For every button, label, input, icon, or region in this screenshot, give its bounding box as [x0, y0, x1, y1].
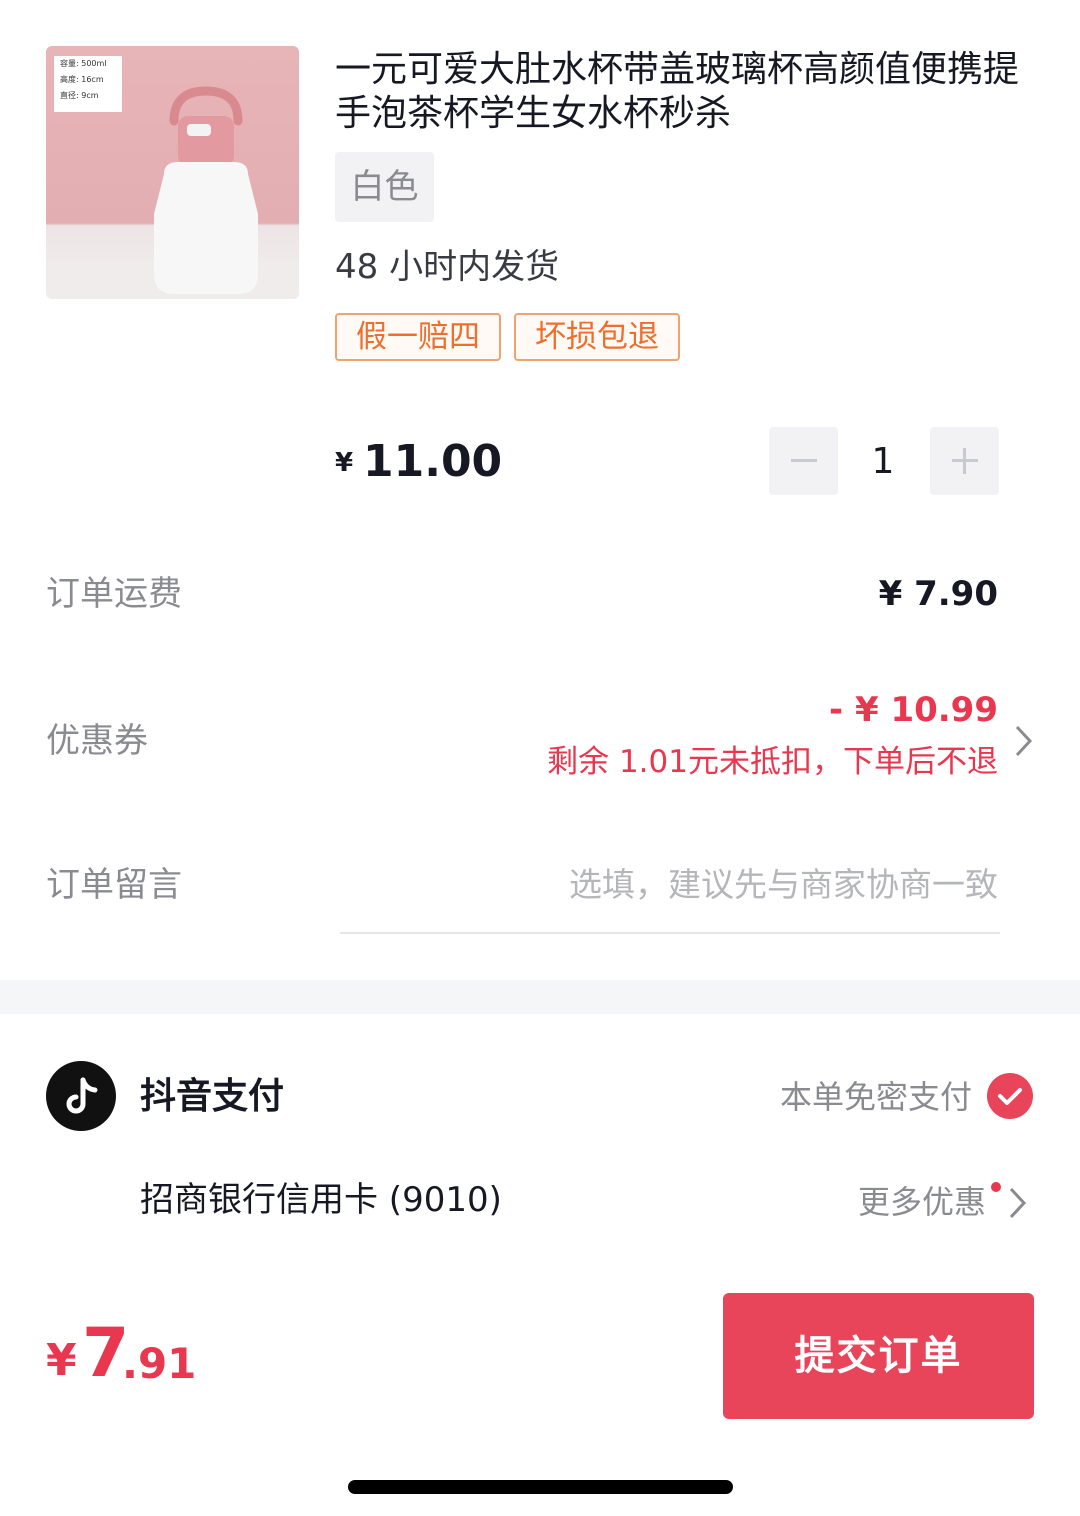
chevron-right-icon[interactable] — [1014, 724, 1034, 758]
coupon-amount[interactable]: - ¥ 10.99 — [829, 688, 998, 732]
shipping-note: 48 小时内发货 — [335, 247, 560, 287]
message-underline — [340, 932, 1000, 934]
home-indicator[interactable] — [348, 1480, 733, 1494]
quantity-value[interactable]: 1 — [860, 437, 906, 487]
order-message-label: 订单留言 — [46, 865, 182, 905]
douyin-logo-icon — [46, 1061, 116, 1131]
total-price-decimal: .91 — [122, 1339, 197, 1388]
check-circle-icon[interactable] — [987, 1073, 1033, 1119]
more-offers-link[interactable]: 更多优惠 — [858, 1180, 986, 1224]
spec-card: 容量: 500ml 高度: 16cm 直径: 9cm — [54, 56, 122, 112]
chevron-right-icon[interactable] — [1008, 1186, 1028, 1220]
product-price: 11.00 — [363, 436, 503, 487]
order-message-input[interactable]: 选填，建议先与商家协商一致 — [569, 862, 998, 908]
qty-decrease-button[interactable] — [769, 427, 838, 495]
no-password-pay-label: 本单免密支付 — [779, 1078, 972, 1116]
bank-card-label[interactable]: 招商银行信用卡 (9010) — [140, 1177, 502, 1223]
section-divider — [0, 980, 1080, 1014]
shipping-fee-value: ¥ 7.90 — [878, 574, 998, 614]
price-currency: ¥ — [335, 448, 354, 478]
shipping-fee-label: 订单运费 — [46, 574, 182, 614]
badge-damage-return: 坏损包退 — [514, 313, 680, 361]
payment-method-title[interactable]: 抖音支付 — [140, 1073, 284, 1121]
spec-height: 高度: 16cm — [60, 75, 104, 84]
variant-tag[interactable]: 白色 — [335, 152, 434, 222]
spec-diameter: 直径: 9cm — [60, 91, 99, 100]
badge-fake-compensation: 假一赔四 — [335, 313, 501, 361]
submit-order-button[interactable]: 提交订单 — [723, 1293, 1034, 1419]
minus-icon — [790, 459, 817, 462]
total-currency: ¥ — [46, 1335, 77, 1386]
qty-increase-button[interactable] — [930, 427, 999, 495]
product-title[interactable]: 一元可爱大肚水杯带盖玻璃杯高颜值便携提手泡茶杯学生女水杯秒杀 — [335, 48, 1025, 136]
product-image[interactable]: 容量: 500ml 高度: 16cm 直径: 9cm — [46, 46, 299, 299]
plus-icon — [951, 448, 978, 474]
coupon-label[interactable]: 优惠券 — [46, 718, 148, 764]
spec-capacity: 容量: 500ml — [60, 59, 107, 68]
notification-dot — [991, 1182, 1001, 1192]
coupon-note: 剩余 1.01元未抵扣，下单后不退 — [547, 744, 998, 780]
